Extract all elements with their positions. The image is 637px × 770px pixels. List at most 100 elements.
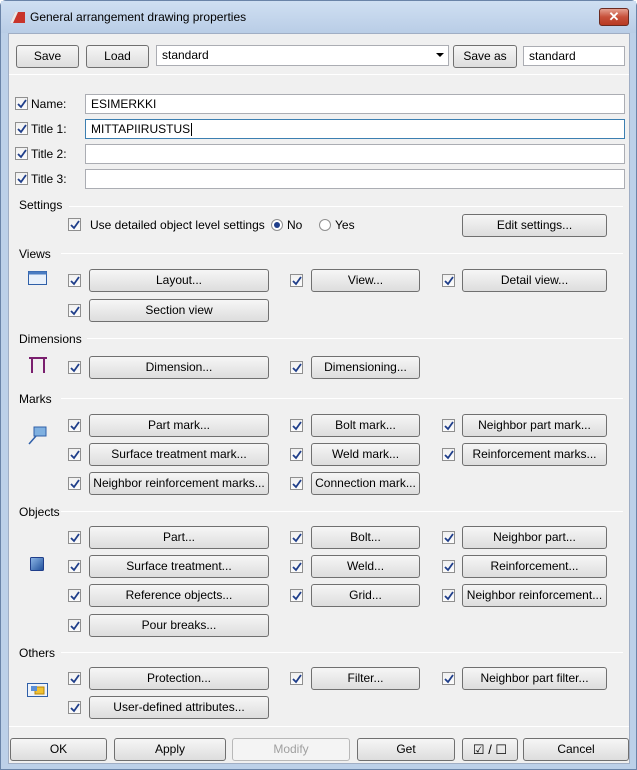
chevron-down-icon[interactable] (436, 53, 444, 57)
title3-checkbox[interactable] (15, 172, 28, 185)
weld-mark-button[interactable]: Weld mark... (311, 443, 420, 466)
no-radio[interactable] (271, 219, 283, 231)
surface-treatment-checkbox[interactable] (68, 560, 81, 573)
checkmark-icon (70, 621, 80, 631)
apply-button[interactable]: Apply (114, 738, 226, 761)
weld-checkbox[interactable] (290, 560, 303, 573)
divider (61, 398, 623, 399)
mark-icon (28, 426, 47, 445)
save-as-field[interactable]: standard (523, 46, 625, 66)
divider (9, 726, 629, 727)
title3-field[interactable] (85, 169, 625, 189)
title1-field[interactable]: MITTAPIIRUSTUS (85, 119, 625, 139)
reference-objects-checkbox[interactable] (68, 589, 81, 602)
title2-checkbox[interactable] (15, 147, 28, 160)
save-button[interactable]: Save (16, 45, 79, 68)
neighbor-reinforcement-button[interactable]: Neighbor reinforcement... (462, 584, 607, 607)
neighbor-reinforcement-marks-button[interactable]: Neighbor reinforcement marks... (89, 472, 269, 495)
part-mark-checkbox[interactable] (68, 419, 81, 432)
divider (69, 206, 623, 207)
dimension-checkbox[interactable] (68, 361, 81, 374)
part-checkbox[interactable] (68, 531, 81, 544)
filter-checkbox[interactable] (290, 672, 303, 685)
weld-mark-checkbox[interactable] (290, 448, 303, 461)
weld-button[interactable]: Weld... (311, 555, 420, 578)
surface-treatment-mark-checkbox[interactable] (68, 448, 81, 461)
view-checkbox[interactable] (290, 274, 303, 287)
reinforcement-checkbox[interactable] (442, 560, 455, 573)
title1-checkbox[interactable] (15, 122, 28, 135)
bolt-mark-checkbox[interactable] (290, 419, 303, 432)
connection-mark-button[interactable]: Connection mark... (311, 472, 420, 495)
checkmark-icon (70, 479, 80, 489)
reinforcement-marks-button[interactable]: Reinforcement marks... (462, 443, 607, 466)
neighbor-part-mark-checkbox[interactable] (442, 419, 455, 432)
detail-view-checkbox[interactable] (442, 274, 455, 287)
divider (87, 338, 623, 339)
ok-button[interactable]: OK (10, 738, 107, 761)
view-button[interactable]: View... (311, 269, 420, 292)
checkmark-icon (292, 674, 302, 684)
filter-button[interactable]: Filter... (311, 667, 420, 690)
grid-checkbox[interactable] (290, 589, 303, 602)
load-button[interactable]: Load (86, 45, 149, 68)
bolt-button[interactable]: Bolt... (311, 526, 420, 549)
neighbor-reinforcement-marks-checkbox[interactable] (68, 477, 81, 490)
settings-file-value: standard (162, 48, 209, 62)
bolt-mark-button[interactable]: Bolt mark... (311, 414, 420, 437)
user-defined-attributes-checkbox[interactable] (68, 701, 81, 714)
settings-heading: Settings (19, 198, 63, 212)
neighbor-reinforcement-checkbox[interactable] (442, 589, 455, 602)
part-mark-button[interactable]: Part mark... (89, 414, 269, 437)
divider (61, 511, 623, 512)
edit-settings-button[interactable]: Edit settings... (462, 214, 607, 237)
close-button[interactable]: ✕ (599, 8, 629, 26)
name-field[interactable]: ESIMERKKI (85, 94, 625, 114)
dimensioning-button[interactable]: Dimensioning... (311, 356, 420, 379)
protection-button[interactable]: Protection... (89, 667, 269, 690)
connection-mark-checkbox[interactable] (290, 477, 303, 490)
neighbor-part-checkbox[interactable] (442, 531, 455, 544)
reinforcement-button[interactable]: Reinforcement... (462, 555, 607, 578)
detailed-settings-checkbox[interactable] (68, 218, 81, 231)
part-button[interactable]: Part... (89, 526, 269, 549)
neighbor-part-mark-button[interactable]: Neighbor part mark... (462, 414, 607, 437)
layout-button[interactable]: Layout... (89, 269, 269, 292)
checkmark-icon (17, 124, 27, 134)
save-as-button[interactable]: Save as (453, 45, 517, 68)
modify-button[interactable]: Modify (232, 738, 350, 761)
detailed-settings-label: Use detailed object level settings (90, 218, 265, 232)
title2-field[interactable] (85, 144, 625, 164)
reference-objects-button[interactable]: Reference objects... (89, 584, 269, 607)
settings-file-combo[interactable]: standard (156, 45, 449, 66)
section-view-checkbox[interactable] (68, 304, 81, 317)
yes-radio[interactable] (319, 219, 331, 231)
checkmark-icon (70, 674, 80, 684)
checkmark-icon (70, 421, 80, 431)
pour-breaks-button[interactable]: Pour breaks... (89, 614, 269, 637)
pour-breaks-checkbox[interactable] (68, 619, 81, 632)
get-button[interactable]: Get (357, 738, 455, 761)
marks-heading: Marks (19, 392, 52, 406)
neighbor-part-filter-button[interactable]: Neighbor part filter... (462, 667, 607, 690)
surface-treatment-mark-button[interactable]: Surface treatment mark... (89, 443, 269, 466)
name-checkbox[interactable] (15, 97, 28, 110)
dimension-button[interactable]: Dimension... (89, 356, 269, 379)
section-view-button[interactable]: Section view (89, 299, 269, 322)
bolt-checkbox[interactable] (290, 531, 303, 544)
cancel-button[interactable]: Cancel (523, 738, 629, 761)
checkmark-icon (292, 533, 302, 543)
layout-checkbox[interactable] (68, 274, 81, 287)
reinforcement-marks-checkbox[interactable] (442, 448, 455, 461)
protection-checkbox[interactable] (68, 672, 81, 685)
grid-button[interactable]: Grid... (311, 584, 420, 607)
neighbor-part-button[interactable]: Neighbor part... (462, 526, 607, 549)
detail-view-button[interactable]: Detail view... (462, 269, 607, 292)
neighbor-part-filter-checkbox[interactable] (442, 672, 455, 685)
divider (61, 253, 623, 254)
user-defined-attributes-button[interactable]: User-defined attributes... (89, 696, 269, 719)
surface-treatment-button[interactable]: Surface treatment... (89, 555, 269, 578)
dimensioning-checkbox[interactable] (290, 361, 303, 374)
checkmark-icon (70, 562, 80, 572)
toggle-checkboxes-button[interactable]: ☑ / ☐ (462, 738, 518, 761)
